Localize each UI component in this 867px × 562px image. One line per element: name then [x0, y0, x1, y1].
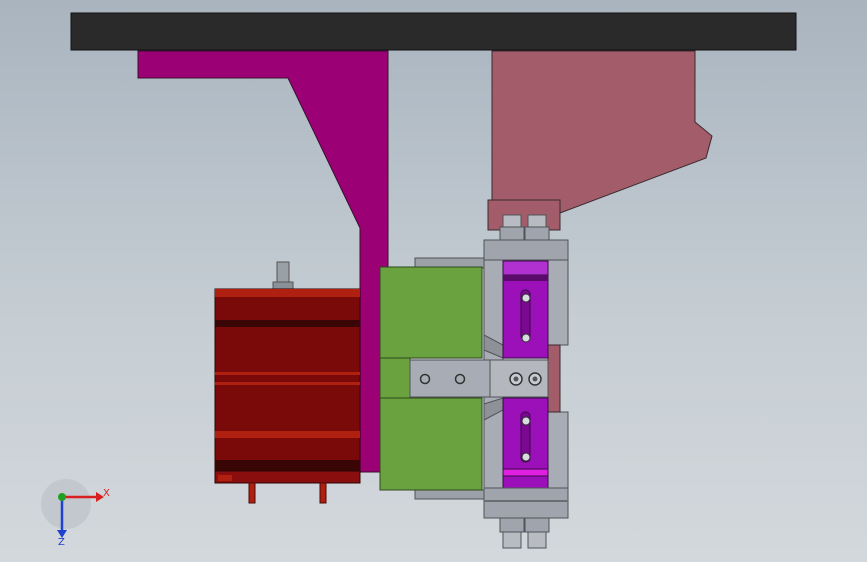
motor-leg-left[interactable]	[248, 482, 256, 504]
cad-model-drawing[interactable]: X Z	[0, 0, 867, 562]
z-axis-label: Z	[58, 537, 65, 548]
motor-assembly[interactable]	[214, 261, 361, 504]
gripper-bottom-cap[interactable]	[483, 487, 569, 519]
motor-body[interactable]	[214, 288, 361, 472]
motor-leg-right[interactable]	[319, 482, 327, 504]
top-beam[interactable]	[70, 12, 797, 51]
pink-mount-foot[interactable]	[487, 199, 561, 231]
pink-mount-block[interactable]	[491, 50, 713, 214]
axis-triad: X Z	[41, 479, 110, 548]
x-axis-label: X	[103, 488, 110, 499]
gripper-top-cap[interactable]	[483, 239, 569, 261]
link-bar[interactable]	[409, 359, 549, 398]
motor-shaft[interactable]	[276, 261, 290, 285]
magenta-strip[interactable]	[502, 468, 549, 477]
motor-base-plate[interactable]	[214, 470, 361, 484]
cad-viewport[interactable]: X Z	[0, 0, 867, 562]
